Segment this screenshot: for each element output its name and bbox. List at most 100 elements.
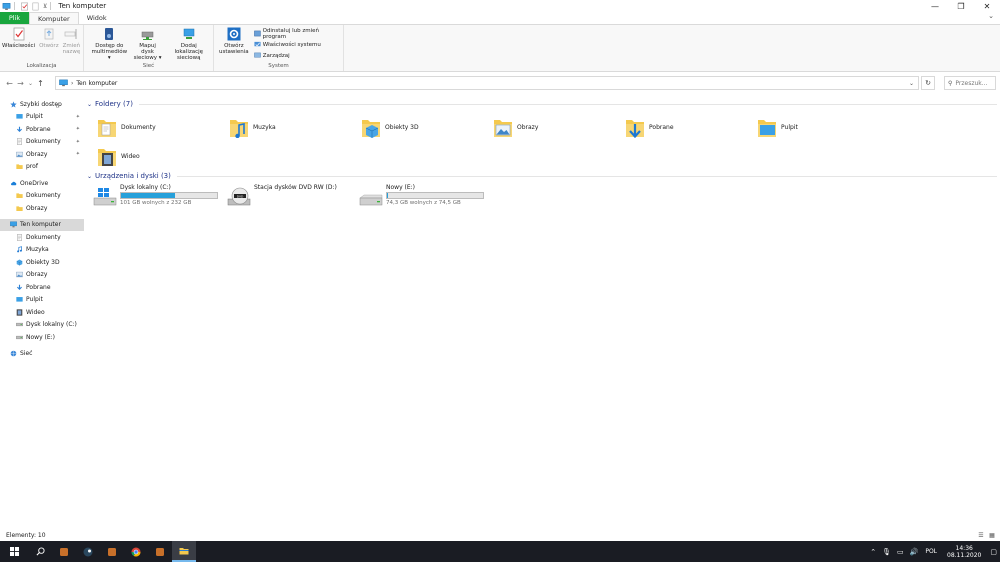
chrome-icon[interactable] (124, 541, 148, 562)
pin-icon[interactable]: ✦ (76, 139, 80, 145)
tab-view[interactable]: Widok (79, 12, 115, 24)
sidebar-item[interactable]: Obiekty 3D (0, 256, 84, 269)
steam-icon[interactable] (76, 541, 100, 562)
app-icon[interactable] (100, 541, 124, 562)
sidebar-item-label: Obrazy (26, 204, 48, 212)
sidebar-item[interactable]: Dokumenty (0, 190, 84, 203)
manage-button[interactable]: Zarządzaj (253, 50, 343, 61)
network-tray-icon[interactable]: ▭ (897, 548, 904, 556)
pin-icon[interactable]: ✦ (76, 151, 80, 157)
computer-icon (59, 79, 68, 87)
sidebar-item[interactable]: Sieć (0, 348, 84, 361)
sidebar-item[interactable]: Wideo (0, 306, 84, 319)
rename-button[interactable]: Zmień nazwę (61, 27, 83, 55)
sidebar-item[interactable]: Szybki dostęp (0, 98, 84, 111)
sidebar-item[interactable]: Pobrane ✦ (0, 123, 84, 136)
desktop-folder-icon (757, 116, 777, 138)
group-label-system: System (268, 63, 289, 69)
sidebar-item-label: Muzyka (26, 246, 49, 254)
app-icon[interactable] (148, 541, 172, 562)
app-icon[interactable] (52, 541, 76, 562)
close-button[interactable]: ✕ (974, 0, 1000, 12)
folder-tile[interactable]: Pulpit (757, 114, 887, 140)
sidebar-item[interactable]: Pulpit ✦ (0, 111, 84, 124)
new-folder-quick-icon[interactable] (31, 2, 40, 11)
pin-icon[interactable]: ✦ (76, 114, 80, 120)
minimize-button[interactable]: — (922, 0, 948, 12)
maximize-button[interactable]: ❐ (948, 0, 974, 12)
address-bar[interactable]: › Ten komputer ⌄ (55, 76, 919, 90)
folder-tile[interactable]: Obiekty 3D (361, 114, 491, 140)
sidebar-item[interactable]: Dysk lokalny (C:) (0, 319, 84, 332)
sidebar-item[interactable]: Pulpit (0, 294, 84, 307)
drives-section-header[interactable]: ⌄ Urządzenia i dyski (3) (87, 170, 997, 182)
folders-section-header[interactable]: ⌄ Foldery (7) (87, 98, 997, 110)
download-icon (16, 284, 23, 291)
forward-button[interactable]: → (15, 79, 26, 88)
sidebar-item[interactable]: Muzyka (0, 244, 84, 257)
drive-tile[interactable]: Dysk lokalny (C:) 101 GB wolnych z 232 GB (93, 184, 233, 212)
drive-tile[interactable]: Nowy (E:) 74,3 GB wolnych z 74,5 GB (359, 184, 499, 212)
search-icon[interactable] (28, 541, 52, 562)
collapse-chevron-icon[interactable]: ⌄ (87, 173, 92, 180)
drives-header-label: Urządzenia i dyski (3) (95, 172, 171, 180)
folder-tile[interactable]: Muzyka (229, 114, 359, 140)
add-network-location-button[interactable]: Dodaj lokalizację sieciową (165, 27, 213, 61)
open-button[interactable]: Otwórz (37, 27, 61, 49)
map-drive-button[interactable]: Mapuj dysk sieciowy ▾ (131, 27, 165, 61)
sidebar-item[interactable]: Obrazy (0, 202, 84, 215)
system-properties-button[interactable]: Właściwości systemu (254, 39, 343, 50)
recent-locations-button[interactable]: ⌄ (26, 80, 35, 87)
ribbon-group-location: Właściwości Otwórz Zmień nazwę Lokalizac… (0, 25, 84, 71)
sidebar-item[interactable]: Ten komputer (0, 218, 84, 231)
sidebar-item[interactable]: Obrazy ✦ (0, 148, 84, 161)
ribbon-group-system: Otwórz ustawienia Odinstaluj lub zmień p… (214, 25, 344, 71)
properties-button[interactable]: Właściwości (0, 27, 37, 49)
open-settings-button[interactable]: Otwórz ustawienia (217, 27, 251, 55)
folders-header-label: Foldery (7) (95, 100, 133, 108)
folder-tile[interactable]: Pobrane (625, 114, 755, 140)
refresh-button[interactable]: ↻ (921, 76, 935, 90)
back-button[interactable]: ← (4, 79, 15, 88)
folder-tile[interactable]: Obrazy (493, 114, 623, 140)
clock[interactable]: 14:36 08.11.2020 (947, 545, 981, 559)
drive-tile[interactable]: DVD Stacja dysków DVD RW (D:) (227, 184, 367, 212)
collapse-chevron-icon[interactable]: ⌄ (87, 101, 92, 108)
volume-icon[interactable]: 🔊 (910, 548, 919, 556)
language-indicator[interactable]: POL (925, 548, 937, 555)
folder-tile[interactable]: Wideo (97, 143, 227, 169)
quick-access-dropdown-icon[interactable]: ⊻ (43, 3, 47, 10)
ribbon-expand-icon[interactable]: ⌄ (988, 12, 994, 20)
sidebar-item-label: Nowy (E:) (26, 333, 56, 341)
pin-icon[interactable]: ✦ (76, 126, 80, 132)
media-access-button[interactable]: Dostęp do multimediów ▾ (88, 27, 131, 61)
details-view-icon[interactable]: ☰ (977, 531, 985, 539)
sidebar-item-label: Obrazy (26, 150, 48, 158)
sidebar-item-label: Szybki dostęp (20, 100, 62, 108)
drive-free-space: 101 GB wolnych z 232 GB (120, 200, 192, 206)
search-box[interactable]: ⚲ Przeszuk... (944, 76, 996, 90)
folder-tile[interactable]: Dokumenty (97, 114, 227, 140)
microphone-icon[interactable]: 🎙 (882, 548, 891, 556)
sidebar-item[interactable]: Pobrane (0, 281, 84, 294)
file-explorer-icon[interactable] (172, 541, 196, 562)
properties-quick-icon[interactable] (20, 2, 29, 11)
objects3d-folder-icon (361, 116, 381, 138)
sidebar-item[interactable]: Dokumenty (0, 231, 84, 244)
uninstall-program-button[interactable]: Odinstaluj lub zmień program (253, 28, 343, 40)
tab-file[interactable]: Plik (0, 12, 29, 24)
start-icon[interactable] (0, 541, 28, 562)
tray-chevron-icon[interactable]: ⌃ (870, 548, 876, 556)
properties-label: Właściwości (2, 43, 36, 49)
up-button[interactable]: ↑ (35, 79, 46, 88)
sidebar-item[interactable]: prof (0, 161, 84, 174)
sidebar-item[interactable]: OneDrive (0, 177, 84, 190)
notifications-icon[interactable]: ▢ (990, 548, 997, 556)
tab-computer[interactable]: Komputer (29, 12, 79, 24)
download-icon (16, 126, 23, 133)
address-dropdown-icon[interactable]: ⌄ (909, 80, 914, 87)
tiles-view-icon[interactable]: ▦ (988, 531, 996, 539)
sidebar-item[interactable]: Dokumenty ✦ (0, 136, 84, 149)
sidebar-item[interactable]: Obrazy (0, 269, 84, 282)
sidebar-item[interactable]: Nowy (E:) (0, 331, 84, 344)
